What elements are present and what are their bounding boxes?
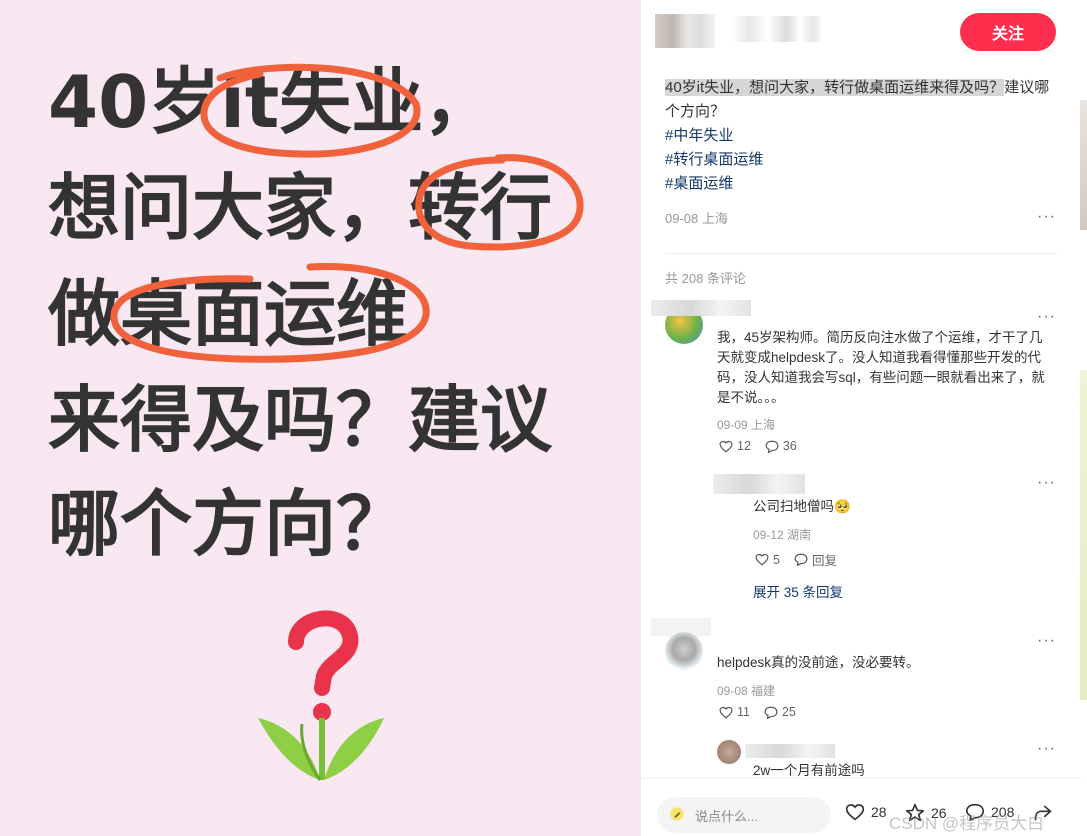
edge-strip-top bbox=[1080, 100, 1087, 230]
comment-date-location: 09-08 福建 bbox=[717, 684, 776, 698]
poster-text-line-3: 做桌面运维 bbox=[48, 272, 409, 356]
comment-author-name[interactable] bbox=[651, 300, 751, 316]
hashtag-link[interactable]: #中年失业 bbox=[665, 124, 1059, 148]
comment-actions: 11 25 bbox=[719, 705, 796, 719]
poster-text-line-5: 哪个方向？ bbox=[48, 482, 409, 566]
bottom-action-bar: 说点什么... 28 26 208 CSDN @程序员大白 bbox=[641, 778, 1081, 836]
post-title-highlighted: 40岁it失业，想问大家，转行做桌面运维来得及吗？ bbox=[665, 79, 1005, 96]
reply-more-icon[interactable]: ··· bbox=[1037, 474, 1056, 492]
comment-reply-button[interactable]: 36 bbox=[765, 439, 797, 453]
comment-like-button[interactable]: 12 bbox=[719, 439, 751, 453]
heart-icon bbox=[719, 706, 733, 718]
reply-reply-button[interactable]: 回复 bbox=[794, 550, 837, 569]
expand-replies-link[interactable]: 展开 35 条回复 bbox=[753, 581, 843, 601]
hashtag-link[interactable]: #转行桌面运维 bbox=[665, 148, 1059, 172]
reply-author-name[interactable] bbox=[745, 744, 835, 758]
heart-icon bbox=[755, 553, 769, 566]
edge-strip-bottom bbox=[1080, 370, 1087, 700]
comment-text: 我，45岁架构师。简历反向注水做了个运维，才干了几天就变成helpdesk了。没… bbox=[717, 330, 1045, 405]
reply-reply-label: 回复 bbox=[811, 554, 837, 568]
reply-actions: 5 回复 bbox=[755, 550, 837, 569]
post-title: 40岁it失业，想问大家，转行做桌面运维来得及吗？建议哪个方向？ bbox=[665, 76, 1059, 124]
question-sprout-icon bbox=[258, 610, 384, 781]
post-date-location: 09-08 上海 bbox=[665, 211, 728, 226]
post-more-icon[interactable]: ··· bbox=[1037, 208, 1056, 226]
comment-like-count: 11 bbox=[737, 705, 750, 719]
poster-text-line-4: 来得及吗？建议 bbox=[48, 378, 553, 462]
like-count: 28 bbox=[871, 804, 887, 820]
post-header: 关注 bbox=[641, 0, 1081, 64]
share-icon bbox=[1034, 805, 1052, 821]
reply-date-location: 09-12 湖南 bbox=[753, 528, 812, 542]
chat-bubble-icon bbox=[794, 553, 808, 566]
comment-reply-count: 36 bbox=[782, 439, 797, 453]
reply-like-count: 5 bbox=[773, 552, 780, 567]
divider bbox=[665, 253, 1057, 254]
follow-button[interactable]: 关注 bbox=[960, 13, 1056, 51]
comment-count: 共 208 条评论 bbox=[665, 271, 746, 286]
reply-like-button[interactable]: 5 bbox=[755, 553, 780, 567]
reply-text: 公司扫地僧吗🥺 bbox=[753, 499, 851, 514]
comment-total-count: 208 bbox=[991, 804, 1015, 820]
poster-text-line-2: 想问大家，转行 bbox=[48, 166, 553, 250]
comment-text: helpdesk真的没前途，没必要转。 bbox=[717, 655, 920, 670]
star-icon bbox=[905, 803, 925, 822]
comment-date-location: 09-09 上海 bbox=[717, 418, 776, 432]
heart-icon bbox=[719, 440, 733, 452]
reply-avatar[interactable] bbox=[717, 740, 741, 764]
reply-more-icon[interactable]: ··· bbox=[1037, 740, 1056, 758]
comment-actions: 12 36 bbox=[719, 439, 797, 453]
comment-avatar[interactable] bbox=[665, 632, 703, 670]
comment-input[interactable]: 说点什么... bbox=[657, 797, 831, 833]
post-content: 40岁it失业，想问大家，转行做桌面运维来得及吗？建议哪个方向？ #中年失业 #… bbox=[665, 76, 1059, 196]
post-detail-panel: 关注 40岁it失业，想问大家，转行做桌面运维来得及吗？建议哪个方向？ #中年失… bbox=[640, 0, 1087, 836]
chat-bubble-icon bbox=[764, 706, 778, 719]
chat-bubble-icon bbox=[965, 803, 985, 821]
chat-bubble-icon bbox=[765, 440, 779, 453]
comment-reply-count: 25 bbox=[781, 705, 796, 719]
comment-more-icon[interactable]: ··· bbox=[1037, 632, 1056, 650]
comment-more-icon[interactable]: ··· bbox=[1037, 308, 1056, 326]
heart-icon bbox=[845, 804, 865, 821]
comment-like-button[interactable]: 11 bbox=[719, 705, 750, 719]
author-name[interactable] bbox=[731, 16, 823, 42]
collect-button[interactable]: 26 bbox=[905, 803, 947, 822]
comment-button[interactable]: 208 bbox=[965, 803, 1014, 821]
hashtag-link[interactable]: #桌面运维 bbox=[665, 172, 1059, 196]
share-button[interactable] bbox=[1033, 803, 1053, 823]
poster-text-line-1: 40岁it失业， bbox=[48, 60, 496, 144]
pen-icon bbox=[670, 807, 684, 821]
post-image[interactable]: 40岁it失业， 想问大家，转行 做桌面运维 来得及吗？建议 哪个方向？ bbox=[0, 0, 640, 836]
author-avatar[interactable] bbox=[655, 14, 715, 48]
comment-input-placeholder: 说点什么... bbox=[695, 808, 758, 824]
collect-count: 26 bbox=[931, 804, 947, 821]
reply-author-avatar[interactable] bbox=[713, 474, 805, 494]
like-button[interactable]: 28 bbox=[845, 803, 887, 821]
comment-reply-button[interactable]: 25 bbox=[764, 705, 796, 719]
comment-like-count: 12 bbox=[737, 439, 751, 453]
